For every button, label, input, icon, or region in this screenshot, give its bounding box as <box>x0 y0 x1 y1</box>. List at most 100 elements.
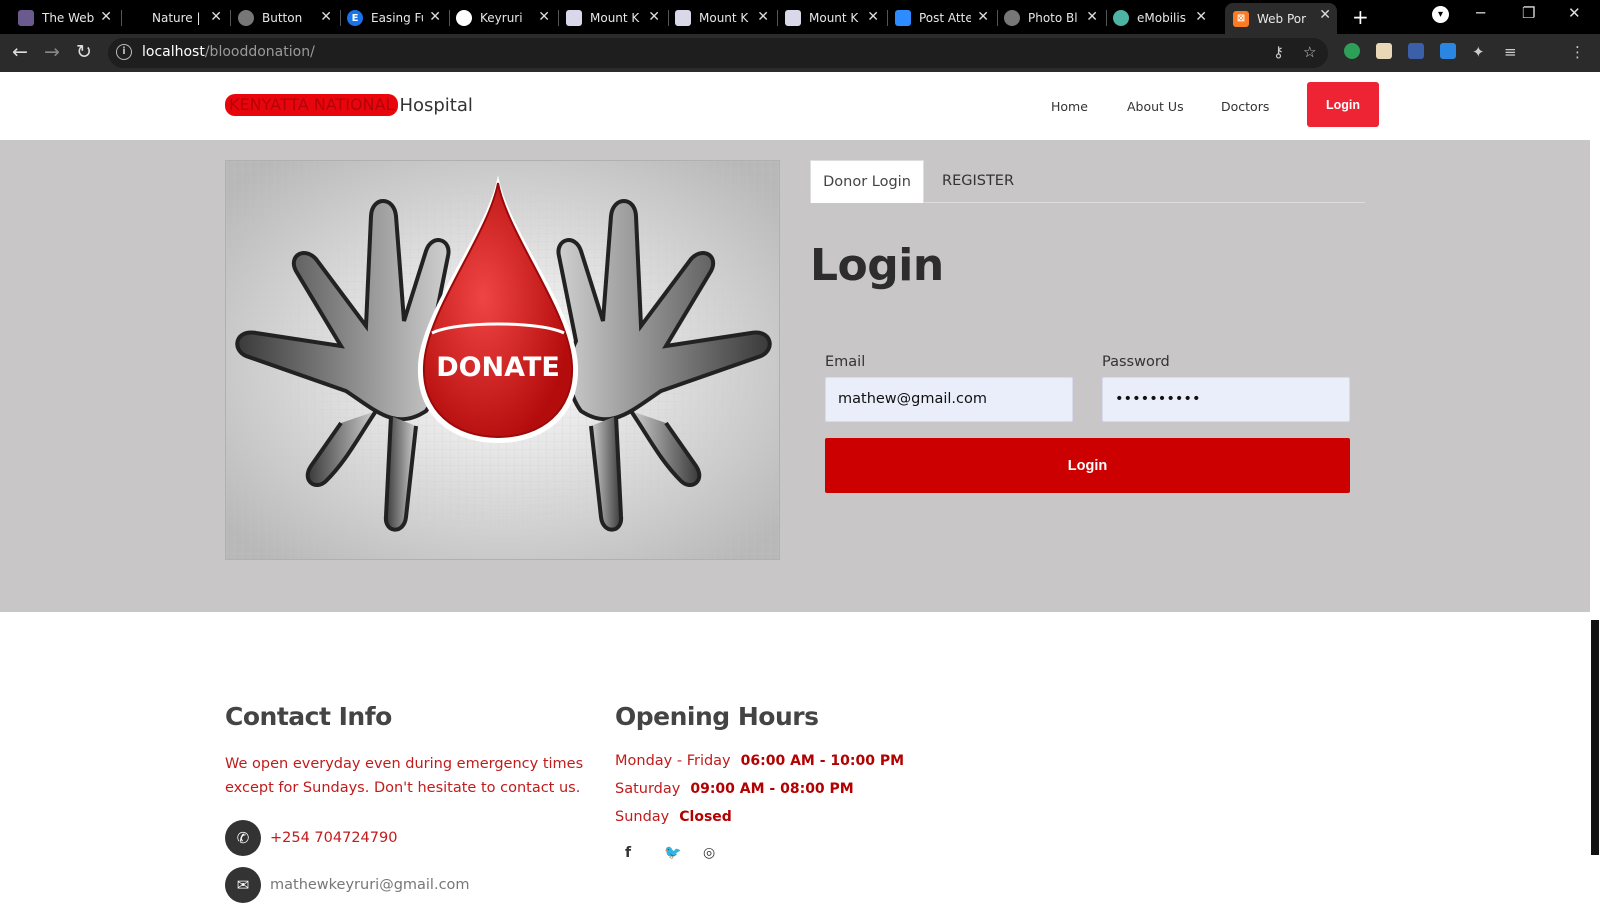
nav-about-us[interactable]: About Us <box>1127 99 1184 114</box>
scrollbar-thumb[interactable] <box>1591 620 1599 855</box>
browser-tab[interactable]: Button ✕ <box>238 5 338 31</box>
close-icon[interactable]: ✕ <box>1319 7 1331 23</box>
nav-doctors[interactable]: Doctors <box>1221 99 1269 114</box>
extension-icon[interactable] <box>1440 43 1456 59</box>
browser-tab[interactable]: eMobilis ✕ <box>1113 5 1213 31</box>
browser-tab[interactable]: Nature | ✕ <box>128 5 228 31</box>
browser-tab[interactable]: Mount K ✕ <box>675 5 775 31</box>
tab-title: Nature | <box>152 11 201 25</box>
address-bar[interactable]: i localhost/blooddonation/ ⚷ ☆ <box>108 38 1328 68</box>
donate-image: DONATE <box>225 160 780 560</box>
forward-icon[interactable]: → <box>44 41 60 63</box>
page-title: Login <box>810 240 944 291</box>
tab-register[interactable]: REGISTER <box>942 160 1014 203</box>
blank-icon <box>128 10 144 26</box>
close-icon[interactable]: ✕ <box>100 9 112 25</box>
tab-title: Web Por <box>1257 11 1307 26</box>
tab-title: Mount K <box>699 11 749 25</box>
nav-home[interactable]: Home <box>1051 99 1088 114</box>
extension-icon[interactable] <box>1408 43 1424 59</box>
tab-title: Keyruri <box>480 11 523 25</box>
tab-title: eMobilis <box>1137 11 1186 25</box>
close-icon[interactable]: ✕ <box>648 9 660 25</box>
contact-phone-row: ✆ +254 704724790 <box>225 820 397 856</box>
tab-title: Photo Bl <box>1028 11 1078 25</box>
tab-title: The Web <box>42 11 94 25</box>
extension-icon[interactable] <box>1376 43 1392 59</box>
hours-row: Monday - Friday 06:00 AM - 10:00 PM <box>615 753 904 769</box>
contact-email-row: ✉ mathewkeyruri@gmail.com <box>225 867 470 903</box>
back-icon[interactable]: ← <box>12 41 28 63</box>
tab-title: Mount K <box>809 11 859 25</box>
contact-email[interactable]: mathewkeyruri@gmail.com <box>270 877 470 893</box>
key-icon[interactable]: ⚷ <box>1273 43 1284 61</box>
phone-icon: ✆ <box>225 820 261 856</box>
crest-icon <box>566 10 582 26</box>
reload-icon[interactable]: ↻ <box>76 41 92 63</box>
close-icon[interactable]: ✕ <box>320 9 332 25</box>
e-icon: E <box>347 10 363 26</box>
hours-day: Sunday <box>615 809 670 825</box>
contact-description: We open everyday even during emergency t… <box>225 756 584 796</box>
site-info-icon[interactable]: i <box>116 44 132 60</box>
crest-icon <box>675 10 691 26</box>
restore-icon[interactable]: ❐ <box>1522 4 1535 22</box>
hours-time: Closed <box>679 809 732 825</box>
auth-tabs: Donor Login REGISTER <box>810 160 1365 203</box>
close-icon[interactable]: ✕ <box>757 9 769 25</box>
close-window-icon[interactable]: ✕ <box>1568 4 1581 22</box>
facebook-icon[interactable]: f <box>625 845 631 861</box>
instagram-icon[interactable]: ◎ <box>703 845 715 861</box>
browser-tab[interactable]: Mount K ✕ <box>785 5 885 31</box>
contact-phone[interactable]: +254 704724790 <box>270 830 397 846</box>
twitter-icon[interactable]: 🐦 <box>664 845 681 861</box>
tab-title: Mount K <box>590 11 640 25</box>
bookmark-star-icon[interactable]: ☆ <box>1303 43 1316 61</box>
close-icon[interactable]: ✕ <box>1195 9 1207 25</box>
browser-tab[interactable]: The Web ✕ <box>18 5 118 31</box>
new-tab-icon[interactable]: + <box>1352 5 1369 29</box>
close-icon[interactable]: ✕ <box>867 9 879 25</box>
login-submit-button[interactable]: Login <box>825 438 1350 493</box>
menu-icon[interactable]: ⋮ <box>1570 43 1585 61</box>
hours-row: Sunday Closed <box>615 809 732 825</box>
media-control-icon[interactable]: ≡ <box>1504 43 1517 61</box>
email-label: Email <box>825 354 866 370</box>
site-logo[interactable]: KENYATTA NATIONAL Hospital <box>225 94 473 116</box>
github-icon <box>456 10 472 26</box>
circle-icon <box>1113 10 1129 26</box>
page-scrollbar[interactable] <box>1590 72 1600 900</box>
image-icon <box>18 10 34 26</box>
close-icon[interactable]: ✕ <box>1086 9 1098 25</box>
email-field[interactable]: mathew@gmail.com <box>825 377 1073 422</box>
browser-toolbar: ← → ↻ i localhost/blooddonation/ ⚷ ☆ ✦ ≡… <box>0 34 1600 72</box>
puzzle-icon[interactable]: ✦ <box>1472 43 1485 61</box>
browser-tab[interactable]: Photo Bl ✕ <box>1004 5 1104 31</box>
envelope-icon: ✉ <box>225 867 261 903</box>
crest-icon <box>785 10 801 26</box>
close-icon[interactable]: ✕ <box>977 9 989 25</box>
tab-donor-login[interactable]: Donor Login <box>810 160 924 203</box>
browser-tab-bar: The Web ✕ Nature | ✕ Button ✕ E Easing F… <box>0 0 1600 34</box>
close-icon[interactable]: ✕ <box>429 9 441 25</box>
url-text[interactable]: localhost/blooddonation/ <box>142 44 315 60</box>
browser-tab[interactable]: Keyruri ✕ <box>456 5 556 31</box>
donate-text: DONATE <box>436 352 560 383</box>
browser-tab[interactable]: Post Atte ✕ <box>895 5 995 31</box>
extension-icon[interactable] <box>1344 43 1360 59</box>
password-label: Password <box>1102 354 1170 370</box>
browser-tab[interactable]: Mount K ✕ <box>566 5 666 31</box>
close-icon[interactable]: ✕ <box>210 9 222 25</box>
header-login-button[interactable]: Login <box>1307 82 1379 127</box>
browser-tab-active[interactable]: ⊠ Web Por ✕ <box>1225 3 1337 34</box>
close-icon[interactable]: ✕ <box>538 9 550 25</box>
tab-title: Button <box>262 11 303 25</box>
password-field[interactable]: •••••••••• <box>1102 377 1350 422</box>
tab-title: Post Atte <box>919 11 971 25</box>
brand-highlight: KENYATTA NATIONAL <box>225 94 399 116</box>
hours-day: Monday - Friday <box>615 753 731 769</box>
minimize-icon[interactable]: ─ <box>1476 4 1485 22</box>
tab-search-icon[interactable]: ▾ <box>1432 6 1449 23</box>
tab-title: Easing Fu <box>371 11 423 25</box>
browser-tab[interactable]: E Easing Fu ✕ <box>347 5 447 31</box>
